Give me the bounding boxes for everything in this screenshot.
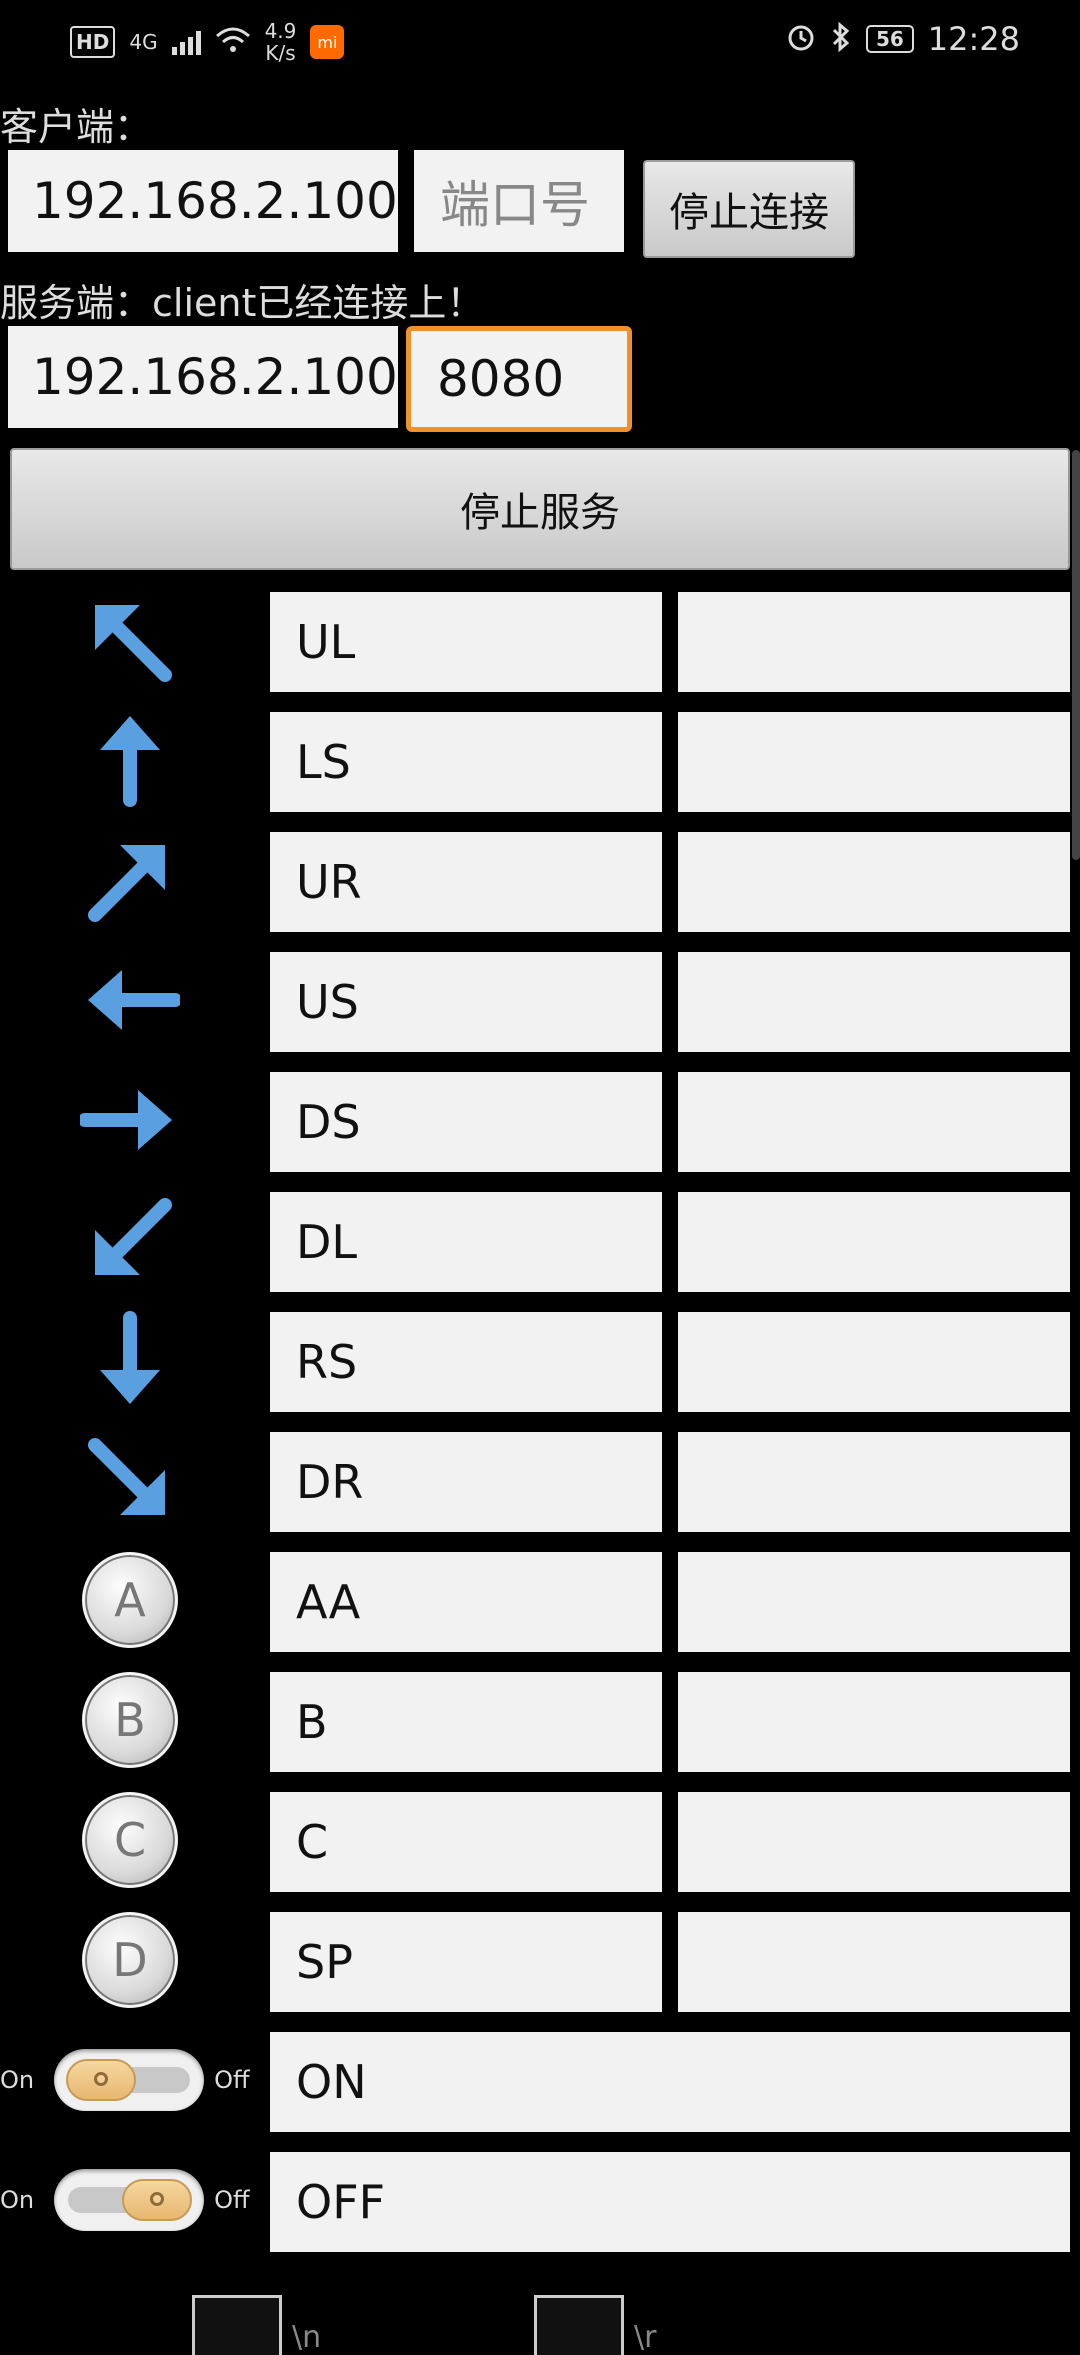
- button-b-letter: B: [82, 1672, 178, 1768]
- button-c-icon[interactable]: C: [70, 1790, 190, 1890]
- server-port-field[interactable]: 8080: [406, 326, 632, 432]
- client-ip-field[interactable]: 192.168.2.100: [8, 150, 398, 252]
- key-field[interactable]: SP: [270, 1912, 662, 2012]
- key-field[interactable]: C: [270, 1792, 662, 1892]
- button-b-icon[interactable]: B: [70, 1670, 190, 1770]
- app-notification-icon: mi: [310, 25, 345, 59]
- newline-label: \n: [292, 2320, 322, 2355]
- alarm-icon: [786, 22, 816, 56]
- net-speed-unit: K/s: [265, 41, 296, 65]
- toggle-knob: [66, 2059, 137, 2101]
- code-field[interactable]: [678, 1552, 1070, 1652]
- toggle-row-2: On Off: [0, 2150, 270, 2250]
- code-field[interactable]: [678, 1432, 1070, 1532]
- code-field[interactable]: [678, 1192, 1070, 1292]
- code-field[interactable]: [678, 952, 1070, 1052]
- button-a-icon[interactable]: A: [70, 1550, 190, 1650]
- status-bar: HD 4G 4.9 K/s mi 56 12:28: [0, 0, 1080, 90]
- status-right: 56 12:28: [786, 20, 1020, 58]
- toggle-on-field[interactable]: ON: [270, 2032, 1070, 2132]
- toggle-off-field[interactable]: OFF: [270, 2152, 1070, 2252]
- key-field[interactable]: B: [270, 1672, 662, 1772]
- arrow-up-left-icon[interactable]: [70, 590, 190, 690]
- bluetooth-icon: [830, 21, 852, 57]
- status-left: HD 4G 4.9 K/s mi: [70, 20, 345, 64]
- key-field[interactable]: DL: [270, 1192, 662, 1292]
- toggle-on-label: On: [0, 2066, 35, 2094]
- code-field[interactable]: [678, 1072, 1070, 1172]
- client-label: 客户端：: [0, 105, 153, 149]
- button-d-letter: D: [82, 1912, 178, 2008]
- code-field[interactable]: [678, 1792, 1070, 1892]
- arrow-down-icon[interactable]: [70, 1310, 190, 1410]
- toggle-off-label: Off: [214, 2066, 250, 2094]
- key-field[interactable]: UL: [270, 592, 662, 692]
- arrow-up-icon[interactable]: [70, 710, 190, 810]
- code-field[interactable]: [678, 592, 1070, 692]
- toggle-off-label: Off: [214, 2186, 250, 2214]
- toggle-on-label: On: [0, 2186, 35, 2214]
- network-type: 4G: [129, 30, 158, 54]
- code-field[interactable]: [678, 1912, 1070, 2012]
- key-field[interactable]: AA: [270, 1552, 662, 1652]
- clock: 12:28: [927, 20, 1020, 58]
- battery-icon: 56: [865, 25, 914, 53]
- net-speed-value: 4.9: [264, 19, 297, 43]
- scrollbar[interactable]: [1072, 450, 1080, 860]
- hd-icon: HD: [70, 26, 116, 58]
- key-field[interactable]: UR: [270, 832, 662, 932]
- server-ip-field[interactable]: 192.168.2.100: [8, 326, 398, 428]
- toggle-row-1: On Off: [0, 2030, 270, 2130]
- code-field[interactable]: [678, 1312, 1070, 1412]
- arrow-down-left-icon[interactable]: [70, 1190, 190, 1290]
- server-status-label: 服务端：client已经连接上！: [0, 281, 485, 325]
- arrow-up-right-icon[interactable]: [70, 830, 190, 930]
- client-port-field[interactable]: 端口号: [414, 150, 624, 252]
- code-field[interactable]: [678, 832, 1070, 932]
- code-field[interactable]: [678, 712, 1070, 812]
- key-field[interactable]: US: [270, 952, 662, 1052]
- key-field[interactable]: LS: [270, 712, 662, 812]
- stop-service-button[interactable]: 停止服务: [10, 448, 1070, 570]
- arrow-right-icon[interactable]: [70, 1070, 190, 1170]
- arrow-left-icon[interactable]: [70, 950, 190, 1050]
- button-c-letter: C: [82, 1792, 178, 1888]
- button-a-letter: A: [82, 1552, 178, 1648]
- stop-connection-button[interactable]: 停止连接: [643, 160, 855, 258]
- newline-checkbox[interactable]: [192, 2295, 282, 2355]
- arrow-down-right-icon[interactable]: [70, 1430, 190, 1530]
- button-d-icon[interactable]: D: [70, 1910, 190, 2010]
- wifi-icon: [215, 26, 251, 58]
- toggle-switch-2[interactable]: [54, 2169, 205, 2231]
- signal-icon: [171, 29, 201, 55]
- carriage-return-checkbox[interactable]: [534, 2295, 624, 2355]
- toggle-knob: [122, 2179, 193, 2221]
- key-field[interactable]: RS: [270, 1312, 662, 1412]
- carriage-return-label: \r: [634, 2320, 657, 2355]
- key-field[interactable]: DS: [270, 1072, 662, 1172]
- code-field[interactable]: [678, 1672, 1070, 1772]
- toggle-switch-1[interactable]: [54, 2049, 205, 2111]
- key-field[interactable]: DR: [270, 1432, 662, 1532]
- net-speed: 4.9 K/s: [265, 20, 297, 64]
